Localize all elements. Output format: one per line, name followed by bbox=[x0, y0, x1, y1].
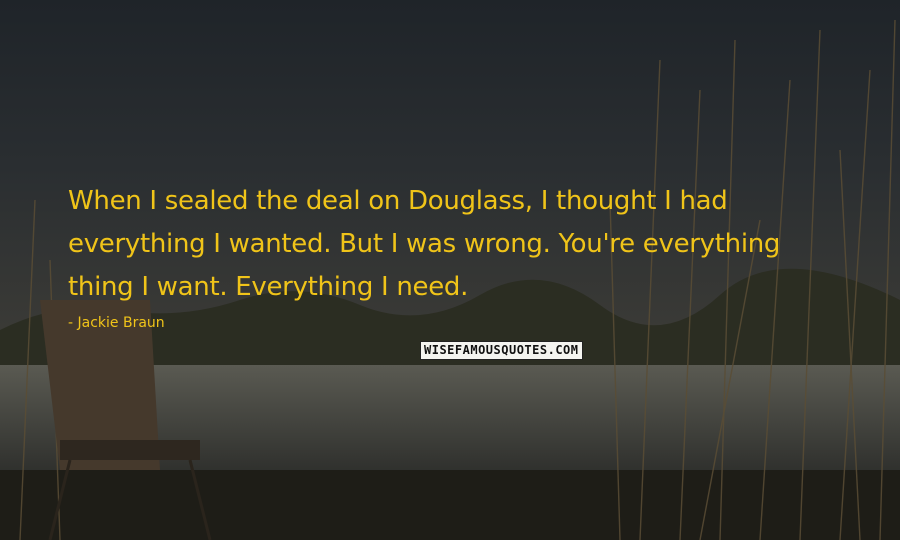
quote-line-2: everything I wanted. But I was wrong. Yo… bbox=[68, 229, 781, 259]
watermark-logo: WISEFAMOUSQUOTES.COM bbox=[420, 341, 583, 360]
quote-text: When I sealed the deal on Douglass, I th… bbox=[68, 180, 868, 309]
quote-line-1: When I sealed the deal on Douglass, I th… bbox=[68, 186, 728, 216]
quote-image: When I sealed the deal on Douglass, I th… bbox=[0, 0, 900, 540]
quote-block: When I sealed the deal on Douglass, I th… bbox=[68, 180, 868, 331]
shore bbox=[0, 470, 900, 540]
quote-author: - Jackie Braun bbox=[68, 315, 165, 331]
quote-line-3: thing I want. Everything I need. bbox=[68, 272, 469, 302]
